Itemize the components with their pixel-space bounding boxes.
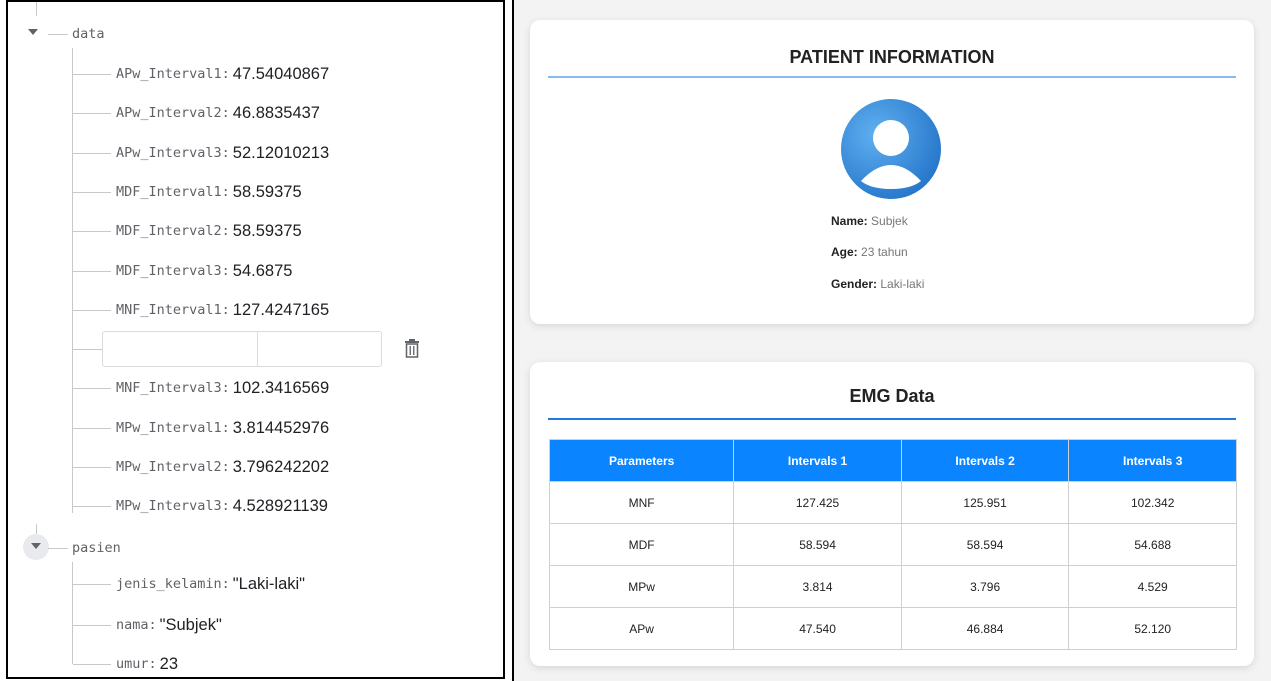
tree-item-value: 102.3416569 <box>232 378 330 397</box>
tree-item-value: 58.59375 <box>232 221 302 240</box>
tree-item-key: jenis_kelamin: <box>116 576 230 592</box>
table-cell: MNF <box>548 481 735 524</box>
table-cell: 4.529 <box>1068 565 1237 608</box>
table-cell: 58.594 <box>733 523 902 566</box>
tree-item-value: 4.528921139 <box>232 496 328 515</box>
tree-item-key: MPw_Interval1: <box>116 420 230 436</box>
tree-item[interactable]: MPw_Interval1: 3.814452976 <box>116 414 329 442</box>
tree-node-data[interactable]: data <box>72 20 105 48</box>
tree-item-key: MDF_Interval3: <box>116 263 230 279</box>
tree-item[interactable]: MDF_Interval3: 54.6875 <box>116 257 292 285</box>
tree-item-value: 52.12010213 <box>232 143 330 162</box>
title-underline <box>548 418 1236 420</box>
tree-item-key: MNF_Interval3: <box>116 380 230 396</box>
tree-item-value: 47.54040867 <box>232 64 330 83</box>
table-header-cell: Intervals 2 <box>900 439 1070 482</box>
table-header-cell: Intervals 3 <box>1068 439 1237 482</box>
tree-item[interactable]: MNF_Interval3: 102.3416569 <box>116 374 329 402</box>
database-tree-panel: data APw_Interval1: 47.54040867 APw_Interv… <box>6 0 505 679</box>
table-cell: 125.951 <box>900 481 1070 524</box>
tree-node-pasien[interactable]: pasien <box>72 534 121 562</box>
expand-caret-pasien-icon[interactable] <box>31 543 41 549</box>
patient-information-card: PATIENT INFORMATION Name: Subjek Age: 23… <box>530 20 1254 324</box>
table-row: MDF 58.594 58.594 54.688 <box>548 523 1237 566</box>
table-cell: 3.814 <box>733 565 902 608</box>
tree-item-value: 46.8835437 <box>232 103 320 122</box>
patient-information-title: PATIENT INFORMATION <box>789 47 995 67</box>
delete-trash-icon[interactable] <box>405 339 419 359</box>
tree-item[interactable]: MPw_Interval3: 4.528921139 <box>116 492 328 520</box>
expand-caret-data-icon[interactable] <box>28 29 38 35</box>
tree-item-key: MNF_Interval1: <box>116 302 230 318</box>
table-cell: 52.120 <box>1068 607 1237 650</box>
tree-item-key: APw_Interval1: <box>116 66 230 82</box>
tree-item-key: MPw_Interval3: <box>116 498 230 514</box>
edit-field-mnf-interval2[interactable] <box>102 331 382 367</box>
tree-item-key: umur: <box>116 656 157 672</box>
tree-item-key: nama: <box>116 617 157 633</box>
table-cell: 47.540 <box>733 607 902 650</box>
table-header-cell: Intervals 1 <box>733 439 902 482</box>
tree-item-key: MDF_Interval1: <box>116 184 230 200</box>
table-cell: 102.342 <box>1068 481 1237 524</box>
tree-item[interactable]: jenis_kelamin: "Laki-laki" <box>116 570 305 598</box>
tree-item[interactable]: APw_Interval1: 47.54040867 <box>116 60 329 88</box>
tree-item[interactable]: MDF_Interval2: 58.59375 <box>116 217 302 245</box>
tree-item-key: MPw_Interval2: <box>116 459 230 475</box>
tree-item-value: "Laki-laki" <box>232 574 306 593</box>
table-cell: 46.884 <box>900 607 1070 650</box>
tree-item-key: MDF_Interval2: <box>116 223 230 239</box>
table-cell: 3.796 <box>900 565 1070 608</box>
table-header-cell: Parameters <box>548 439 735 482</box>
tree-item-key: APw_Interval3: <box>116 145 230 161</box>
tree-item-value: 127.4247165 <box>232 300 330 319</box>
title-underline <box>548 76 1236 78</box>
patient-name: Name: Subjek <box>831 214 908 228</box>
table-cell: APw <box>548 607 735 650</box>
table-cell: 58.594 <box>900 523 1070 566</box>
tree-item[interactable]: APw_Interval2: 46.8835437 <box>116 99 320 127</box>
user-avatar-icon <box>841 99 941 199</box>
tree-item-value: 3.814452976 <box>232 418 330 437</box>
tree-item-value: "Subjek" <box>159 615 222 634</box>
table-row: MPw 3.814 3.796 4.529 <box>548 565 1237 608</box>
tree-item-value: 23 <box>159 654 178 673</box>
tree-item-value: 58.59375 <box>232 182 302 201</box>
tree-item-value: 3.796242202 <box>232 457 330 476</box>
table-cell: MDF <box>548 523 735 566</box>
tree-item[interactable]: MNF_Interval1: 127.4247165 <box>116 296 329 324</box>
tree-item[interactable]: MPw_Interval2: 3.796242202 <box>116 453 329 481</box>
table-row: MNF 127.425 125.951 102.342 <box>548 481 1237 524</box>
patient-dashboard-panel: PATIENT INFORMATION Name: Subjek Age: 23… <box>512 0 1271 681</box>
table-row: APw 47.540 46.884 52.120 <box>548 607 1237 650</box>
tree-item[interactable]: nama: "Subjek" <box>116 611 222 639</box>
tree-item-value: 54.6875 <box>232 261 293 280</box>
patient-gender: Gender: Laki-laki <box>831 277 925 291</box>
table-cell: MPw <box>548 565 735 608</box>
emg-data-table: Parameters Intervals 1 Intervals 2 Interval… <box>548 439 1237 650</box>
emg-data-title: EMG Data <box>849 386 935 406</box>
table-cell: 54.688 <box>1068 523 1237 566</box>
tree-item[interactable]: APw_Interval3: 52.12010213 <box>116 139 329 167</box>
emg-data-card: EMG Data Parameters Intervals 1 Intervals … <box>530 362 1254 666</box>
tree-item[interactable]: MDF_Interval1: 58.59375 <box>116 178 302 206</box>
table-cell: 127.425 <box>733 481 902 524</box>
patient-age: Age: 23 tahun <box>831 245 908 259</box>
tree-item[interactable]: umur: 23 <box>116 650 178 677</box>
tree-item-key: APw_Interval2: <box>116 105 230 121</box>
